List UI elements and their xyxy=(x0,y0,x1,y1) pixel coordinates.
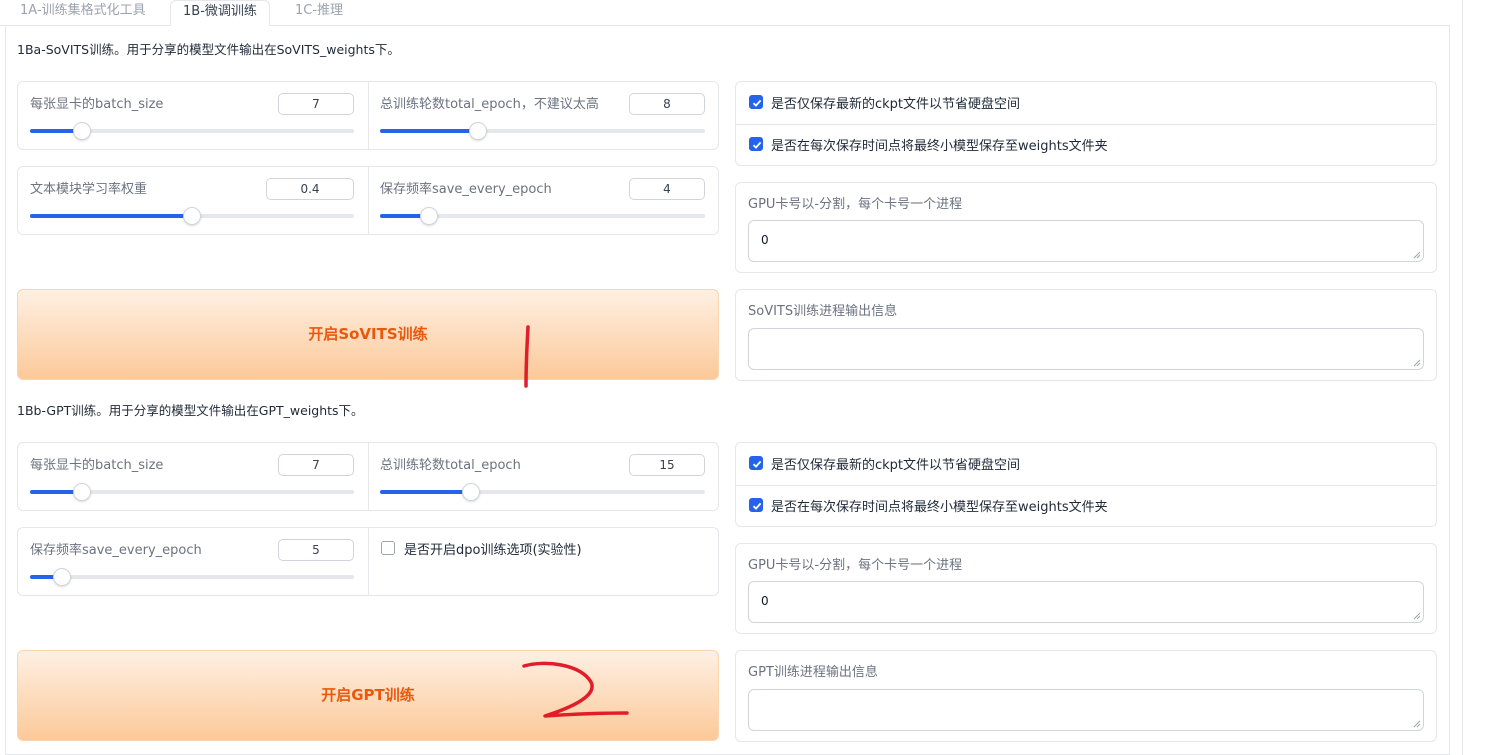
annotation-mark-1 xyxy=(524,325,530,388)
handwritten-annotations xyxy=(522,325,629,718)
annotation-mark-2 xyxy=(522,661,629,718)
